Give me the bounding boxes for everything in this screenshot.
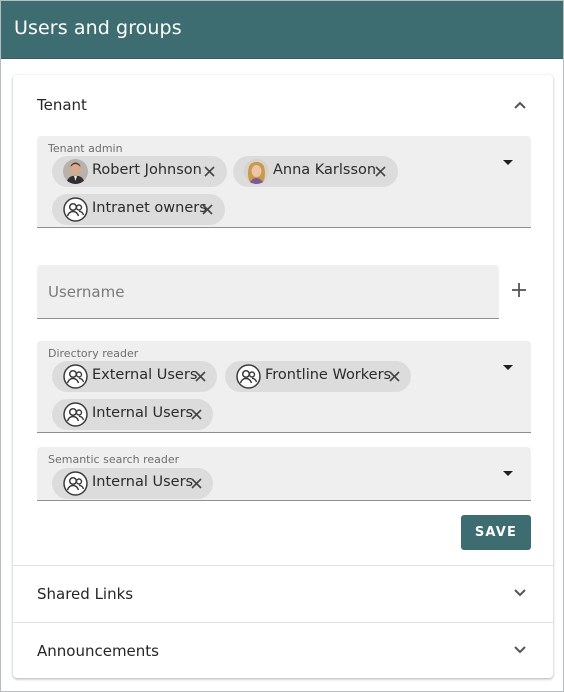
chip-label: Robert Johnson: [92, 162, 202, 178]
settings-card: Tenant Tenant admin Robert Johnson Anna …: [13, 75, 553, 678]
chip-intranet-owners: Intranet owners: [52, 194, 225, 225]
announcements-section-title: Announcements: [37, 642, 159, 660]
close-icon[interactable]: [191, 409, 202, 420]
tenant-admin-label: Tenant admin: [48, 142, 123, 155]
close-icon[interactable]: [202, 204, 213, 215]
semantic-search-reader-field[interactable]: Semantic search reader Internal Users: [37, 447, 531, 501]
plus-icon[interactable]: [510, 281, 528, 299]
dropdown-arrow-icon[interactable]: [503, 471, 513, 476]
group-icon: [63, 197, 88, 222]
chip-internal-users: Internal Users: [52, 468, 213, 499]
app-header: Users and groups: [1, 1, 563, 59]
avatar: [244, 159, 269, 184]
chip-label: Intranet owners: [92, 200, 207, 216]
close-icon[interactable]: [191, 478, 202, 489]
username-input[interactable]: [37, 265, 499, 318]
dropdown-arrow-icon[interactable]: [503, 365, 513, 370]
group-icon: [236, 364, 261, 389]
username-field[interactable]: [37, 265, 499, 319]
announcements-section-header[interactable]: Announcements: [13, 623, 553, 678]
close-icon[interactable]: [389, 371, 400, 382]
save-button[interactable]: SAVE: [461, 515, 531, 550]
avatar: [63, 159, 88, 184]
chip-robert-johnson: Robert Johnson: [52, 156, 227, 187]
chip-frontline-workers: Frontline Workers: [225, 361, 411, 392]
group-icon: [63, 364, 88, 389]
close-icon[interactable]: [375, 166, 386, 177]
page-title: Users and groups: [14, 17, 182, 39]
tenant-section-header[interactable]: Tenant: [13, 75, 553, 135]
directory-reader-label: Directory reader: [48, 347, 139, 360]
semantic-search-reader-label: Semantic search reader: [48, 453, 180, 466]
app-window: Users and groups Tenant Tenant admin Rob…: [0, 0, 564, 692]
group-icon: [63, 471, 88, 496]
chip-anna-karlsson: Anna Karlsson: [233, 156, 398, 187]
chevron-down-icon[interactable]: [513, 645, 527, 655]
tenant-admin-field[interactable]: Tenant admin Robert Johnson Anna Karlsso…: [37, 136, 531, 228]
tenant-section-title: Tenant: [37, 96, 87, 114]
chevron-up-icon[interactable]: [513, 100, 527, 110]
chip-label: Anna Karlsson: [273, 162, 377, 178]
chip-label: Frontline Workers: [265, 367, 392, 383]
shared-links-section-title: Shared Links: [37, 585, 134, 603]
chip-label: External Users: [92, 367, 198, 383]
close-icon[interactable]: [195, 371, 206, 382]
chip-external-users: External Users: [52, 361, 217, 392]
shared-links-section-header[interactable]: Shared Links: [13, 566, 553, 622]
chevron-down-icon[interactable]: [513, 588, 527, 598]
chip-label: Internal Users: [92, 405, 194, 421]
dropdown-arrow-icon[interactable]: [503, 160, 513, 165]
close-icon[interactable]: [204, 166, 215, 177]
directory-reader-field[interactable]: Directory reader External Users Frontlin…: [37, 341, 531, 433]
group-icon: [63, 402, 88, 427]
chip-internal-users: Internal Users: [52, 399, 213, 430]
chip-label: Internal Users: [92, 474, 194, 490]
